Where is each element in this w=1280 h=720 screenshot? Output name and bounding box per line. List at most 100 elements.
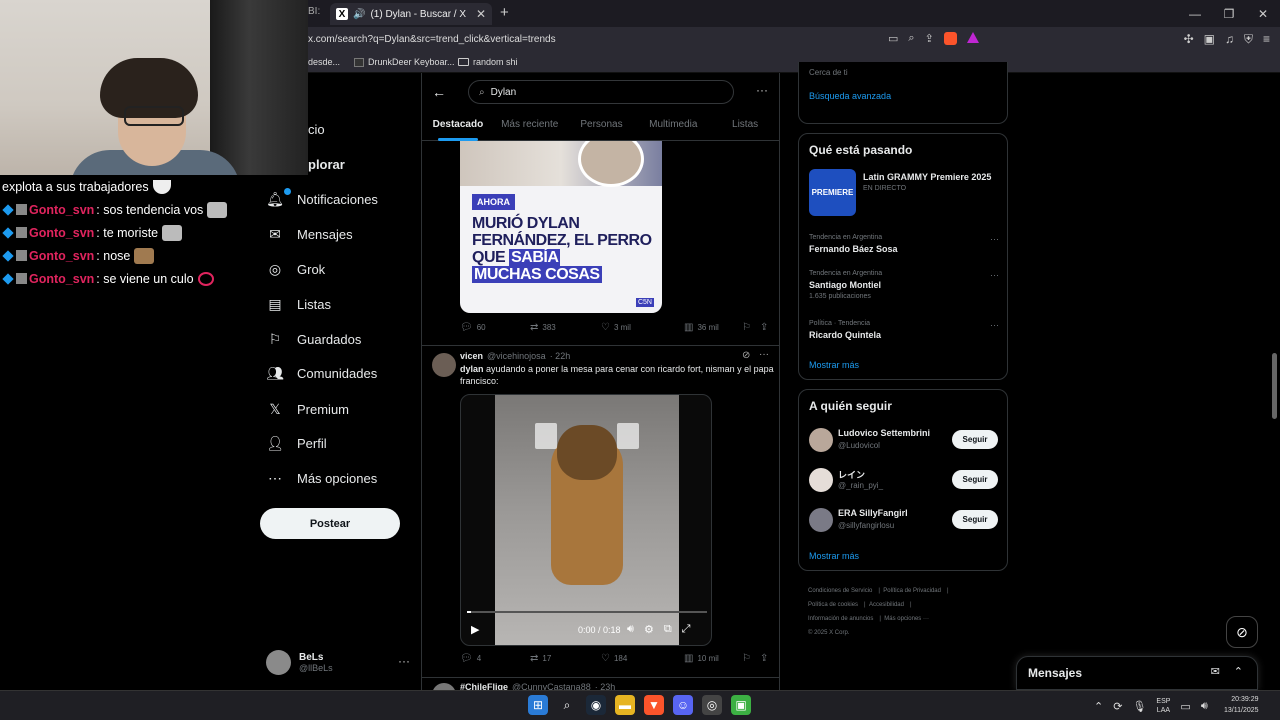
pip-icon[interactable]: ⧉ [664,623,672,636]
extensions-icon[interactable]: ✣ [1184,32,1194,47]
nav-profile[interactable]: 👤︎ Perfil [260,435,327,451]
bookmark-button[interactable]: ⚐ [742,322,760,333]
post-time[interactable]: · 23h [595,682,616,690]
clock[interactable]: 20:39:29 13/11/2025 [1224,694,1259,716]
brave-rewards-icon[interactable] [966,32,979,43]
avatar[interactable] [432,353,456,377]
author-handle[interactable]: @vicehinojosa [487,351,546,361]
new-tab-icon[interactable]: + [500,4,509,21]
post-time[interactable]: · 22h [550,351,571,361]
expand-icon[interactable]: ⌃ [1234,665,1243,678]
show-more-link[interactable]: Mostrar más [809,551,859,561]
obs-icon[interactable]: ◎ [702,695,722,715]
tab-latest[interactable]: Más reciente [494,113,566,141]
show-more-link[interactable]: Mostrar más [809,360,859,370]
share-button[interactable]: ⇪ [760,322,768,333]
nav-lists[interactable]: ▤ Listas [260,296,331,312]
share-icon[interactable]: ⇪ [925,32,934,45]
speaker-icon[interactable]: 🔊 [353,9,365,20]
close-window-icon[interactable]: ✕ [1246,0,1280,27]
tab-close-icon[interactable]: ✕ [476,7,486,21]
music-icon[interactable]: ♫ [1225,32,1234,47]
more-icon[interactable]: ··· [990,234,999,244]
nav-more[interactable]: ⋯ Más opciones [260,470,377,486]
start-icon[interactable]: ⊞ [528,695,548,715]
steam-icon[interactable]: ◉ [586,695,606,715]
post-button[interactable]: Postear [260,508,400,539]
discord-icon[interactable]: ☺ [673,695,693,715]
tab-lists[interactable]: Listas [709,113,779,141]
like-button[interactable]: ♡ 3 mil [601,322,684,333]
follow-suggestion[interactable]: ERA SillyFangirl @sillyfangirlosu Seguir [809,508,999,534]
views-button[interactable]: ▥ 36 mil [684,322,742,333]
tab-media[interactable]: Multimedia [637,113,709,141]
bookmark-button[interactable]: ⚐ [742,653,760,664]
brave-browser-icon[interactable]: ▼ [644,695,664,715]
author-name[interactable]: #ChileFlige [460,682,508,690]
tab-active[interactable]: X 🔊 (1) Dylan - Buscar / X ✕ [330,3,492,25]
grok-icon[interactable]: ⊘ [742,350,750,361]
follow-button[interactable]: Seguir [952,430,998,449]
file-explorer-icon[interactable]: ▬ [615,695,635,715]
like-button[interactable]: ♡ 184 [601,653,684,664]
footer-link[interactable]: Información de anuncios [808,616,873,622]
restore-icon[interactable]: ❐ [1212,0,1246,27]
post-image[interactable]: AHORA MURIÓ DYLAN FERNÁNDEZ, EL PERRO QU… [460,141,662,313]
search-input[interactable]: ⌕ Dylan [468,80,734,104]
zoom-icon[interactable]: ⌕ [908,32,914,45]
reply-button[interactable]: 💬︎ 60 [460,322,530,333]
tray-overflow-icon[interactable]: ⌃ [1094,700,1103,713]
sync-icon[interactable]: ⟳ [1113,700,1122,713]
minimize-icon[interactable]: — [1178,0,1212,27]
advanced-search-link[interactable]: Búsqueda avanzada [809,91,891,101]
follow-suggestion[interactable]: レイン @_rain_pyi_ Seguir [809,468,999,494]
back-arrow-icon[interactable]: ← [432,84,446,100]
tab-featured[interactable]: Destacado [422,113,494,141]
fullscreen-icon[interactable]: ⤢ [682,623,691,636]
trend-item[interactable]: Política · Tendencia Ricardo Quintela ··… [809,320,999,340]
messages-drawer[interactable]: Mensajes ✉ ⌃ [1016,656,1258,690]
nav-communities[interactable]: 👥︎ Comunidades [260,365,377,381]
language-indicator[interactable]: ESP LAA [1156,697,1170,715]
sidebar-icon[interactable]: ▣ [1204,32,1215,47]
new-message-icon[interactable]: ✉ [1211,665,1220,678]
more-icon[interactable]: ··· [759,349,769,360]
mic-icon[interactable]: 🎙︎ [1132,700,1146,713]
nav-premium[interactable]: 𝕏 Premium [260,401,349,417]
reply-button[interactable]: 💬︎ 4 [460,653,530,664]
brave-shield-icon[interactable] [943,32,957,45]
video-player[interactable]: ▶ 0:00 / 0:18 🔊︎ ⚙ ⧉ ⤢ [460,394,712,646]
more-icon[interactable]: ··· [990,320,999,330]
share-button[interactable]: ⇪ [760,653,768,664]
footer-link[interactable]: Política de Privacidad [883,588,941,594]
more-icon[interactable]: ··· [398,654,410,668]
play-icon[interactable]: ▶ [471,623,479,636]
tab-partial-label[interactable]: BI: [308,6,320,17]
bookmark-folder[interactable]: random shi [458,57,518,67]
footer-link[interactable]: Condiciones de Servicio [808,588,872,594]
footer-link[interactable]: Accesibilidad [869,602,904,608]
volume-icon[interactable]: 🔊︎ [1201,700,1208,713]
search-icon[interactable]: ⌕ [557,695,577,715]
trend-item[interactable]: Tendencia en Argentina Santiago Montiel … [809,270,999,300]
menu-icon[interactable]: ≡ [1263,32,1270,47]
follow-button[interactable]: Seguir [952,470,998,489]
post[interactable]: #ChileFlige @CunnyCastana88 · 23h [422,677,779,690]
footer-link[interactable]: Política de cookies [808,602,858,608]
trend-event[interactable]: PREMIERE Latin GRAMMY Premiere 2025 EN D… [809,169,991,216]
repost-button[interactable]: ⇄ 17 [530,653,601,664]
grok-floating-button[interactable]: ⊘ [1226,616,1258,648]
scrollbar[interactable] [1270,73,1280,690]
bookmark-item[interactable]: DrunkDeer Keyboar... [354,57,455,67]
settings-icon[interactable]: ⚙ [644,623,654,636]
nav-bookmarks[interactable]: ⚐ Guardados [260,331,362,347]
repost-button[interactable]: ⇄ 383 [530,322,601,333]
scrollbar-thumb[interactable] [1272,353,1277,419]
more-icon[interactable]: ··· [756,83,768,97]
vpn-shield-icon[interactable]: ⛨ [1244,32,1253,47]
minecraft-icon[interactable]: ▣ [731,695,751,715]
post[interactable]: vicen @vicehinojosa · 22h ⊘ ··· dylan ay… [422,345,779,386]
url-field[interactable]: x.com/search?q=Dylan&src=trend_click&ver… [308,34,556,45]
trend-item[interactable]: Tendencia en Argentina Fernando Báez Sos… [809,234,999,254]
reader-mode-icon[interactable]: ▭ [888,32,898,45]
